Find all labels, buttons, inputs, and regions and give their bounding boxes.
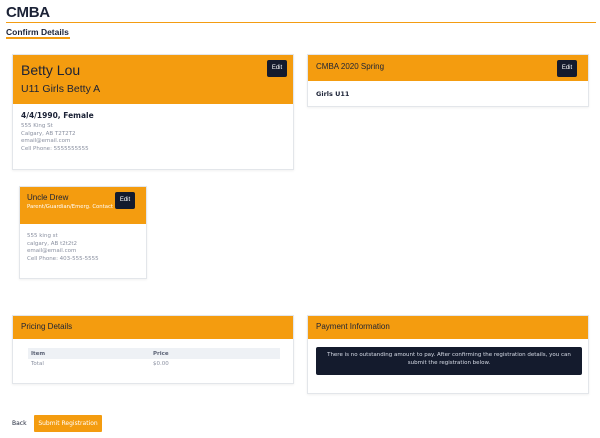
pricing-card: Pricing Details Item Price Total $0.00 <box>12 315 294 384</box>
row-item: Total <box>31 361 44 367</box>
contact-address-line2: calgary, AB t2t2t2 <box>27 240 78 247</box>
participant-card: Betty Lou U11 Girls Betty A Edit 4/4/199… <box>12 54 294 170</box>
title-divider <box>6 22 596 23</box>
column-header-price: Price <box>153 350 169 357</box>
participant-email: email@email.com <box>21 138 71 144</box>
edit-program-button[interactable]: Edit <box>557 60 577 77</box>
section-underline <box>6 37 70 39</box>
contact-address-line1: 555 king st <box>27 233 58 239</box>
column-header-item: Item <box>31 350 46 357</box>
participant-dob-gender: 4/4/1990, Female <box>21 111 94 120</box>
contact-details: 555 king st calgary, AB t2t2t2 email@ema… <box>27 233 99 263</box>
program-division: Girls U11 <box>316 90 350 98</box>
contact-card-header: Uncle Drew Parent/Guardian/Emerg. Contac… <box>20 187 146 224</box>
contact-card: Uncle Drew Parent/Guardian/Emerg. Contac… <box>19 186 147 279</box>
participant-phone: Cell Phone: 5555555555 <box>21 145 89 152</box>
row-price: $0.00 <box>153 361 169 367</box>
program-title: CMBA 2020 Spring <box>316 62 385 71</box>
section-title: Confirm Details <box>6 27 69 37</box>
participant-name: Betty Lou <box>21 62 81 78</box>
participant-card-header: Betty Lou U11 Girls Betty A Edit <box>13 55 293 104</box>
table-row: Total $0.00 <box>28 361 280 371</box>
pricing-table-header: Item Price <box>28 348 280 359</box>
payment-notice: There is no outstanding amount to pay. A… <box>316 347 582 375</box>
participant-address-line1: 555 King St <box>21 123 53 129</box>
participant-address-line2: Calgary, AB T2T2T2 <box>21 130 76 137</box>
page-title: CMBA <box>6 4 50 21</box>
payment-title: Payment Information <box>316 322 390 331</box>
contact-name: Uncle Drew <box>27 193 69 202</box>
program-card: CMBA 2020 Spring Edit Girls U11 <box>307 54 589 107</box>
contact-phone: Cell Phone: 403-555-5555 <box>27 255 99 262</box>
participant-team: U11 Girls Betty A <box>21 83 101 95</box>
program-card-header: CMBA 2020 Spring Edit <box>308 55 588 81</box>
payment-card: Payment Information There is no outstand… <box>307 315 589 394</box>
pricing-title: Pricing Details <box>21 322 73 331</box>
submit-registration-button[interactable]: Submit Registration <box>34 415 102 432</box>
contact-email: email@email.com <box>27 248 77 254</box>
payment-card-header: Payment Information <box>308 316 588 339</box>
pricing-card-header: Pricing Details <box>13 316 293 339</box>
contact-role: Parent/Guardian/Emerg. Contact <box>27 204 113 210</box>
edit-contact-button[interactable]: Edit <box>115 192 135 209</box>
edit-participant-button[interactable]: Edit <box>267 60 287 77</box>
participant-details: 555 King St Calgary, AB T2T2T2 email@ema… <box>21 123 89 153</box>
back-button[interactable]: Back <box>12 420 27 427</box>
